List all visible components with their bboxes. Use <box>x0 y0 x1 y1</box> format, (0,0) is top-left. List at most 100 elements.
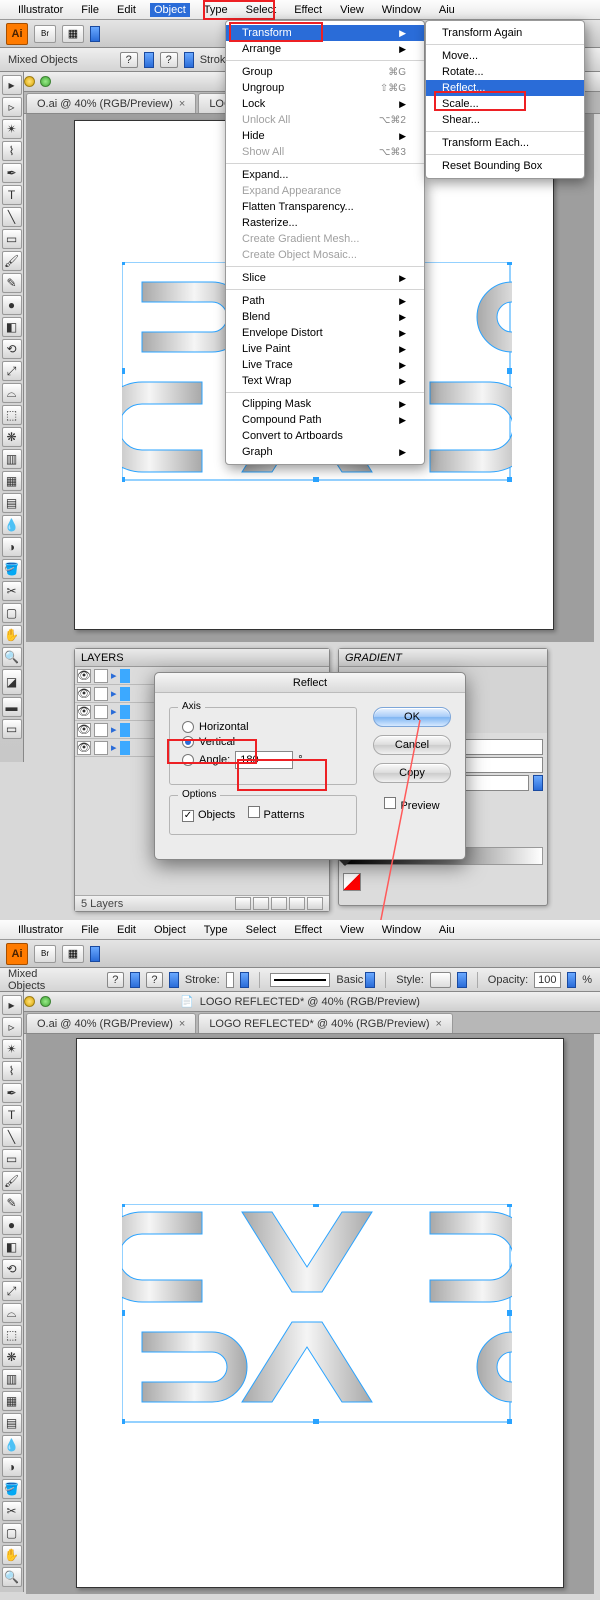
menu-transform[interactable]: Transform <box>226 25 424 41</box>
blob-brush-tool[interactable]: ● <box>2 1215 22 1235</box>
graph-tool[interactable]: ▥ <box>2 449 22 469</box>
slice-tool[interactable]: ✂ <box>2 581 22 601</box>
brush-preview[interactable] <box>270 973 330 987</box>
menu-object[interactable]: Object <box>150 923 190 937</box>
radio-vertical[interactable]: Vertical <box>182 736 344 748</box>
blend-tool[interactable]: ◑ <box>2 537 22 557</box>
paintbrush-tool[interactable]: 🖌 <box>2 1171 22 1191</box>
menu-blend[interactable]: Blend <box>226 309 424 325</box>
blend-tool[interactable]: ◑ <box>2 1457 22 1477</box>
menu-group[interactable]: Group⌘G <box>226 64 424 80</box>
visibility-icon[interactable]: 👁 <box>77 705 91 719</box>
rotate-tool[interactable]: ⟲ <box>2 339 22 359</box>
type-tool[interactable]: T <box>2 1105 22 1125</box>
menu-type[interactable]: Type <box>200 923 232 937</box>
menu-window[interactable]: Window <box>378 3 425 17</box>
gradient-tool[interactable]: ▤ <box>2 493 22 513</box>
hand-tool[interactable]: ✋ <box>2 625 22 645</box>
bridge-button[interactable]: Br <box>34 25 56 43</box>
menu-edit[interactable]: Edit <box>113 923 140 937</box>
pencil-tool[interactable]: ✎ <box>2 1193 22 1213</box>
direct-selection-tool[interactable]: ▹ <box>2 1017 22 1037</box>
type-tool[interactable]: T <box>2 185 22 205</box>
submenu-rotate[interactable]: Rotate... <box>426 64 584 80</box>
minimize-window-button[interactable] <box>24 76 35 87</box>
fill-stroke-swatch[interactable]: ◪ <box>2 669 22 695</box>
color-mode[interactable]: ▬ <box>2 697 22 717</box>
selected-artwork-reflected[interactable] <box>122 1204 512 1424</box>
submenu-shear[interactable]: Shear... <box>426 112 584 128</box>
menu-envelope-distort[interactable]: Envelope Distort <box>226 325 424 341</box>
rectangle-tool[interactable]: ▭ <box>2 229 22 249</box>
menu-file[interactable]: File <box>77 923 103 937</box>
close-tab-icon[interactable]: × <box>179 98 185 110</box>
menu-flatten-transparency[interactable]: Flatten Transparency... <box>226 199 424 215</box>
menu-path[interactable]: Path <box>226 293 424 309</box>
warp-tool[interactable]: ⌓ <box>2 383 22 403</box>
document-tab-2[interactable]: LOGO REFLECTED* @ 40% (RGB/Preview)× <box>198 1013 453 1033</box>
make-clipping-mask-button[interactable] <box>253 897 269 910</box>
menu-rasterize[interactable]: Rasterize... <box>226 215 424 231</box>
stroke-unknown[interactable]: ? <box>160 52 178 68</box>
document-tab-1[interactable]: O.ai @ 40% (RGB/Preview)× <box>26 1013 196 1033</box>
mesh-tool[interactable]: ▦ <box>2 471 22 491</box>
symbol-sprayer-tool[interactable]: ❋ <box>2 427 22 447</box>
selection-tool[interactable]: ▸ <box>2 995 22 1015</box>
ok-button[interactable]: OK <box>373 707 451 727</box>
blob-brush-tool[interactable]: ● <box>2 295 22 315</box>
visibility-icon[interactable]: 👁 <box>77 669 91 683</box>
arrange-docs-button[interactable]: ▦ <box>62 25 84 43</box>
menu-effect[interactable]: Effect <box>290 3 326 17</box>
lasso-tool[interactable]: ⌇ <box>2 1061 22 1081</box>
menu-help[interactable]: Aiu <box>435 923 459 937</box>
menu-convert-artboards[interactable]: Convert to Artboards <box>226 428 424 444</box>
style-swatch[interactable] <box>430 972 451 988</box>
stroke-dropdown[interactable] <box>184 52 194 68</box>
rotate-tool[interactable]: ⟲ <box>2 1259 22 1279</box>
arrange-docs-dropdown[interactable] <box>90 26 100 42</box>
arrange-docs-dropdown[interactable] <box>90 946 100 962</box>
minimize-window-button[interactable] <box>24 996 35 1007</box>
screen-mode[interactable]: ▭ <box>2 719 22 739</box>
checkbox-objects[interactable] <box>182 810 194 822</box>
fill-unknown[interactable]: ? <box>107 972 124 988</box>
scale-tool[interactable]: ⤢ <box>2 361 22 381</box>
angle-input[interactable] <box>235 751 293 769</box>
locate-object-button[interactable] <box>235 897 251 910</box>
stroke-unknown[interactable]: ? <box>146 972 163 988</box>
magic-wand-tool[interactable]: ✴ <box>2 119 22 139</box>
warp-tool[interactable]: ⌓ <box>2 1303 22 1323</box>
submenu-transform-again[interactable]: Transform Again <box>426 25 584 41</box>
rectangle-tool[interactable]: ▭ <box>2 1149 22 1169</box>
menu-text-wrap[interactable]: Text Wrap <box>226 373 424 389</box>
menu-compound-path[interactable]: Compound Path <box>226 412 424 428</box>
pen-tool[interactable]: ✒ <box>2 1083 22 1103</box>
cancel-button[interactable]: Cancel <box>373 735 451 755</box>
stroke-weight-field[interactable] <box>226 972 234 988</box>
menu-view[interactable]: View <box>336 3 368 17</box>
new-sublayer-button[interactable] <box>271 897 287 910</box>
free-transform-tool[interactable]: ⬚ <box>2 1325 22 1345</box>
live-paint-tool[interactable]: 🪣 <box>2 559 22 579</box>
eraser-tool[interactable]: ◧ <box>2 317 22 337</box>
line-tool[interactable]: ╲ <box>2 207 22 227</box>
zoom-tool[interactable]: 🔍 <box>2 1567 22 1587</box>
magic-wand-tool[interactable]: ✴ <box>2 1039 22 1059</box>
gradient-tool[interactable]: ▤ <box>2 1413 22 1433</box>
menu-hide[interactable]: Hide <box>226 128 424 144</box>
new-layer-button[interactable] <box>289 897 305 910</box>
lasso-tool[interactable]: ⌇ <box>2 141 22 161</box>
slice-tool[interactable]: ✂ <box>2 1501 22 1521</box>
scale-tool[interactable]: ⤢ <box>2 1281 22 1301</box>
opacity-field[interactable]: 100 <box>534 972 560 988</box>
submenu-move[interactable]: Move... <box>426 48 584 64</box>
menu-effect[interactable]: Effect <box>290 923 326 937</box>
fill-unknown[interactable]: ? <box>120 52 138 68</box>
menu-ungroup[interactable]: Ungroup⇧⌘G <box>226 80 424 96</box>
radio-angle[interactable]: Angle: ° <box>182 751 344 769</box>
checkbox-preview[interactable] <box>384 797 396 809</box>
eyedropper-tool[interactable]: 💧 <box>2 515 22 535</box>
zoom-window-button[interactable] <box>40 76 51 87</box>
pencil-tool[interactable]: ✎ <box>2 273 22 293</box>
eyedropper-tool[interactable]: 💧 <box>2 1435 22 1455</box>
